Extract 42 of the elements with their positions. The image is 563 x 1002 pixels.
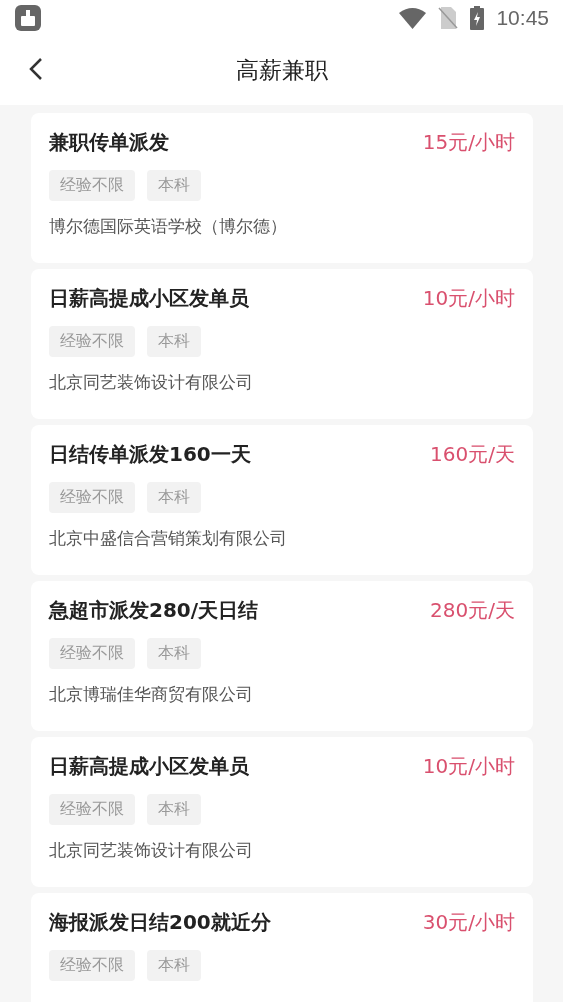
- job-tag: 本科: [147, 482, 201, 513]
- job-tag: 经验不限: [49, 794, 135, 825]
- job-tag: 本科: [147, 638, 201, 669]
- job-tag: 本科: [147, 794, 201, 825]
- job-card[interactable]: 日薪高提成小区发单员 10元/小时 经验不限 本科 北京同艺装饰设计有限公司: [31, 737, 533, 887]
- job-tag: 本科: [147, 950, 201, 981]
- job-pay: 30元/小时: [422, 909, 515, 936]
- job-card[interactable]: 兼职传单派发 15元/小时 经验不限 本科 博尔德国际英语学校（博尔德）: [31, 113, 533, 263]
- status-time: 10:45: [496, 6, 549, 30]
- job-tag: 经验不限: [49, 950, 135, 981]
- job-tag: 本科: [147, 170, 201, 201]
- wifi-icon: [399, 7, 427, 29]
- job-title: 急超市派发280/天日结: [49, 597, 259, 624]
- company-name: 北京同艺装饰设计有限公司: [49, 839, 254, 862]
- page-title: 高薪兼职: [235, 56, 328, 85]
- job-tag: 经验不限: [49, 326, 135, 357]
- job-card[interactable]: 急超市派发280/天日结 280元/天 经验不限 本科 北京博瑞佳华商贸有限公司: [31, 581, 533, 731]
- app-icon: [15, 5, 41, 31]
- job-pay: 15元/小时: [422, 129, 515, 156]
- company-name: 北京中盛信合营销策划有限公司: [49, 527, 288, 550]
- job-tag: 经验不限: [49, 170, 135, 201]
- job-card[interactable]: 日结传单派发160一天 160元/天 经验不限 本科 北京中盛信合营销策划有限公司: [31, 425, 533, 575]
- company-name: 北京同艺装饰设计有限公司: [49, 371, 254, 394]
- job-pay: 160元/天: [430, 441, 515, 468]
- job-title: 兼职传单派发: [49, 129, 169, 156]
- job-pay: 10元/小时: [422, 285, 515, 312]
- job-title: 日结传单派发160一天: [49, 441, 251, 468]
- job-title: 海报派发日结200就近分: [49, 909, 271, 936]
- company-name: 北京博瑞佳华商贸有限公司: [49, 683, 254, 706]
- job-tag: 本科: [147, 326, 201, 357]
- job-tag: 经验不限: [49, 482, 135, 513]
- job-title: 日薪高提成小区发单员: [49, 285, 249, 312]
- job-pay: 10元/小时: [422, 753, 515, 780]
- no-sim-icon: [438, 7, 459, 29]
- company-name: 博尔德国际英语学校（博尔德）: [49, 215, 288, 238]
- job-tag: 经验不限: [49, 638, 135, 669]
- battery-charging-icon: [470, 6, 485, 30]
- job-title: 日薪高提成小区发单员: [49, 753, 249, 780]
- job-pay: 280元/天: [430, 597, 515, 624]
- job-card[interactable]: 日薪高提成小区发单员 10元/小时 经验不限 本科 北京同艺装饰设计有限公司: [31, 269, 533, 419]
- back-icon[interactable]: [29, 57, 43, 81]
- job-card[interactable]: 海报派发日结200就近分 30元/小时 经验不限 本科: [31, 893, 533, 1002]
